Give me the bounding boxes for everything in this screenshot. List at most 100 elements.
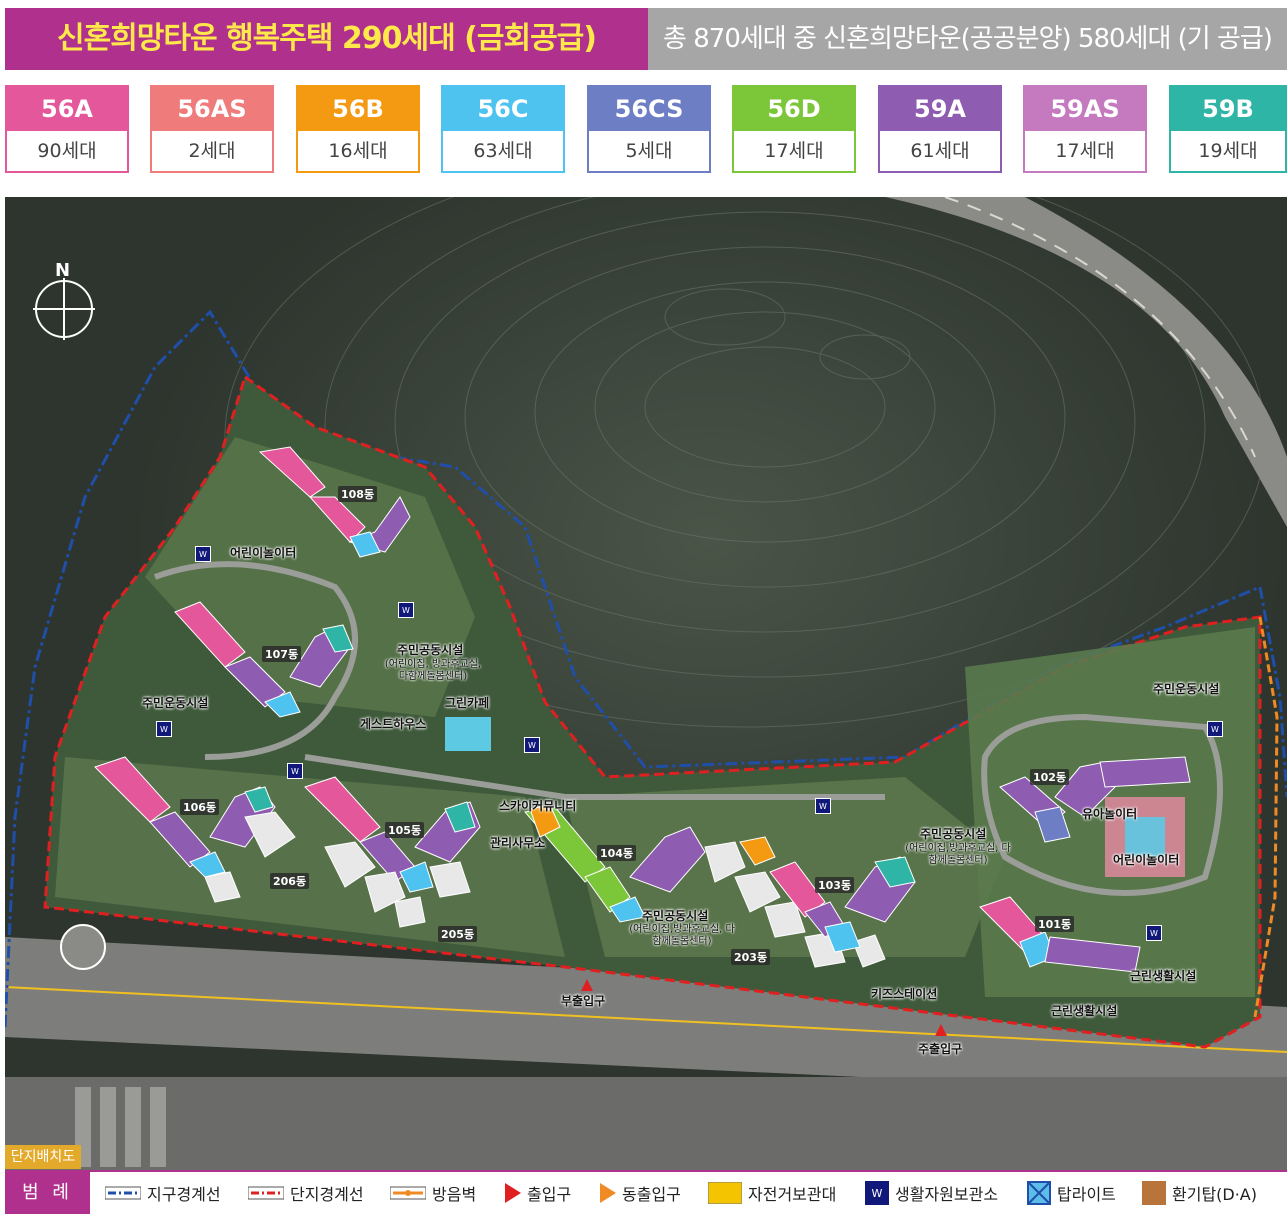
page-summary: 총 870세대 중 신혼희망타운(공공분양) 580세대 (기 공급) [648, 8, 1287, 70]
legend-item-recycling: W 생활자원보관소 [865, 1172, 998, 1214]
unit-count-label: 2세대 [188, 140, 236, 162]
legend-label: 자전거보관대 [748, 1185, 837, 1204]
community-facility-label: 주민공동시설 [642, 909, 709, 923]
management-office-label: 관리사무소 [490, 836, 546, 850]
recycling-storage-icon: W [1207, 721, 1223, 737]
guest-house-label: 게스트하우스 [360, 717, 427, 731]
dong-label-205: 205동 [438, 926, 478, 942]
legend-label: 탑라이트 [1057, 1185, 1116, 1204]
kids-playground-label: 어린이놀이터 [230, 546, 297, 560]
unit-count-label: 90세대 [37, 140, 97, 162]
site-plan-map: N 108동 107동 106동 206동 105동 205동 104동 203… [5, 197, 1287, 1172]
legend-item-bicycle-rack: 자전거보관대 [708, 1172, 836, 1214]
unit-card-59b: 59B 19세대 [1169, 85, 1287, 173]
district-boundary-line-icon [105, 1186, 141, 1200]
unit-count-label: 17세대 [1055, 140, 1115, 162]
north-compass: N [33, 260, 97, 340]
sports-facility-label: 주민운동시설 [1153, 682, 1220, 696]
recycling-storage-icon: W [865, 1181, 889, 1205]
legend-label: 지구경계선 [147, 1185, 221, 1204]
unit-card-59as: 59AS 17세대 [1023, 85, 1147, 173]
header-bar: 신혼희망타운 행복주택 290세대 (금회공급) 총 870세대 중 신혼희망타… [0, 0, 1287, 70]
unit-card-56b: 56B 16세대 [296, 85, 420, 173]
unit-type-label: 56CS [589, 87, 709, 131]
sports-facility-label: 주민운동시설 [142, 696, 209, 710]
toplight-icon [1027, 1181, 1051, 1205]
recycling-storage-icon: W [398, 602, 414, 618]
unit-count-label: 19세대 [1198, 140, 1258, 162]
sub-entrance-label: 부출입구 [561, 994, 606, 1008]
unit-card-56d: 56D 17세대 [732, 85, 856, 173]
legend-title: 범 례 [5, 1172, 90, 1214]
dong-label-104: 104동 [597, 845, 637, 861]
recycling-storage-icon: W [1146, 925, 1162, 941]
green-cafe-label: 그린카페 [445, 696, 490, 710]
building-entrance-triangle-icon [600, 1183, 616, 1203]
legend-item-soundproof-wall: 방음벽 [390, 1172, 476, 1214]
complex-boundary-line-icon [248, 1186, 284, 1200]
site-plan-badge: 단지배치도 [5, 1145, 81, 1169]
community-facility-detail: (어린이집,방과후교실, 다함께돌봄센터) [629, 924, 735, 947]
legend-label: 환기탑(D·A) [1172, 1185, 1257, 1204]
unit-card-56cs: 56CS 5세대 [587, 85, 711, 173]
neighborhood-facility-label: 근린생활시설 [1051, 1004, 1118, 1018]
recycling-storage-icon: W [195, 546, 211, 562]
unit-count-label: 16세대 [328, 140, 388, 162]
unit-type-row: 56A 90세대 56AS 2세대 56B 16세대 56C 63세대 56CS… [5, 85, 1287, 175]
unit-type-label: 56C [443, 87, 563, 131]
unit-type-label: 56D [734, 87, 854, 131]
ventilation-tower-icon [1142, 1181, 1166, 1205]
recycling-storage-icon: W [287, 763, 303, 779]
sky-community-label: 스카이커뮤니티 [499, 799, 577, 813]
dong-label-106: 106동 [180, 799, 220, 815]
recycling-storage-icon: W [524, 737, 540, 753]
dong-label-206: 206동 [270, 873, 310, 889]
legend-item-district-boundary: 지구경계선 [105, 1172, 221, 1214]
dong-label-108: 108동 [338, 486, 378, 502]
kids-station-label: 키즈스테이션 [871, 987, 938, 1001]
recycling-storage-icon: W [156, 721, 172, 737]
unit-count-label: 17세대 [764, 140, 824, 162]
unit-card-56a: 56A 90세대 [5, 85, 129, 173]
dong-label-101: 101동 [1035, 916, 1075, 932]
community-facility-label: 주민공동시설 [920, 827, 987, 841]
legend-label: 방음벽 [432, 1185, 477, 1204]
main-entrance-label: 주출입구 [918, 1042, 963, 1056]
community-facility-label: 주민공동시설 [397, 643, 464, 657]
unit-type-label: 59AS [1025, 87, 1145, 131]
recycling-storage-icon: W [815, 798, 831, 814]
legend-item-complex-boundary: 단지경계선 [248, 1172, 364, 1214]
dong-label-107: 107동 [262, 646, 302, 662]
community-facility-detail: (어린이집,방과후교실, 다함께돌봄센터) [905, 843, 1011, 866]
community-facility-detail: (어린이집, 방과후교실, 다함께돌봄센터) [384, 659, 482, 682]
unit-count-label: 5세대 [625, 140, 673, 162]
legend-label: 생활자원보관소 [895, 1185, 999, 1204]
unit-card-56c: 56C 63세대 [441, 85, 565, 173]
neighborhood-facility-label: 근린생활시설 [1130, 969, 1197, 983]
unit-card-59a: 59A 61세대 [878, 85, 1002, 173]
unit-type-label: 56AS [152, 87, 272, 131]
bicycle-rack-icon [708, 1182, 742, 1204]
dong-label-203: 203동 [731, 949, 771, 965]
unit-card-56as: 56AS 2세대 [150, 85, 274, 173]
entrance-triangle-icon [505, 1183, 521, 1203]
legend-label: 동출입구 [622, 1185, 681, 1204]
site-plan-graphic [5, 197, 1287, 1172]
legend-item-building-entrance: 동출입구 [600, 1172, 681, 1214]
legend-item-toplight: 탑라이트 [1027, 1172, 1116, 1214]
page-title: 신혼희망타운 행복주택 290세대 (금회공급) [5, 8, 648, 70]
toddler-playground-label: 유아놀이터 [1082, 807, 1138, 821]
unit-type-label: 59B [1171, 87, 1285, 131]
unit-count-label: 61세대 [910, 140, 970, 162]
kids-playground-label: 어린이놀이터 [1113, 853, 1180, 867]
dong-label-103: 103동 [815, 877, 855, 893]
unit-type-label: 56A [7, 87, 127, 131]
unit-count-label: 63세대 [473, 140, 533, 162]
unit-type-label: 56B [298, 87, 418, 131]
pool [445, 717, 491, 751]
svg-text:W: W [872, 1187, 883, 1200]
unit-type-label: 59A [880, 87, 1000, 131]
legend-label: 출입구 [527, 1185, 572, 1204]
legend: 범 례 지구경계선 단지경계선 방음벽 출입구 동출입구 자전거보관대 W 생활… [5, 1170, 1287, 1214]
legend-item-entrance: 출입구 [505, 1172, 571, 1214]
